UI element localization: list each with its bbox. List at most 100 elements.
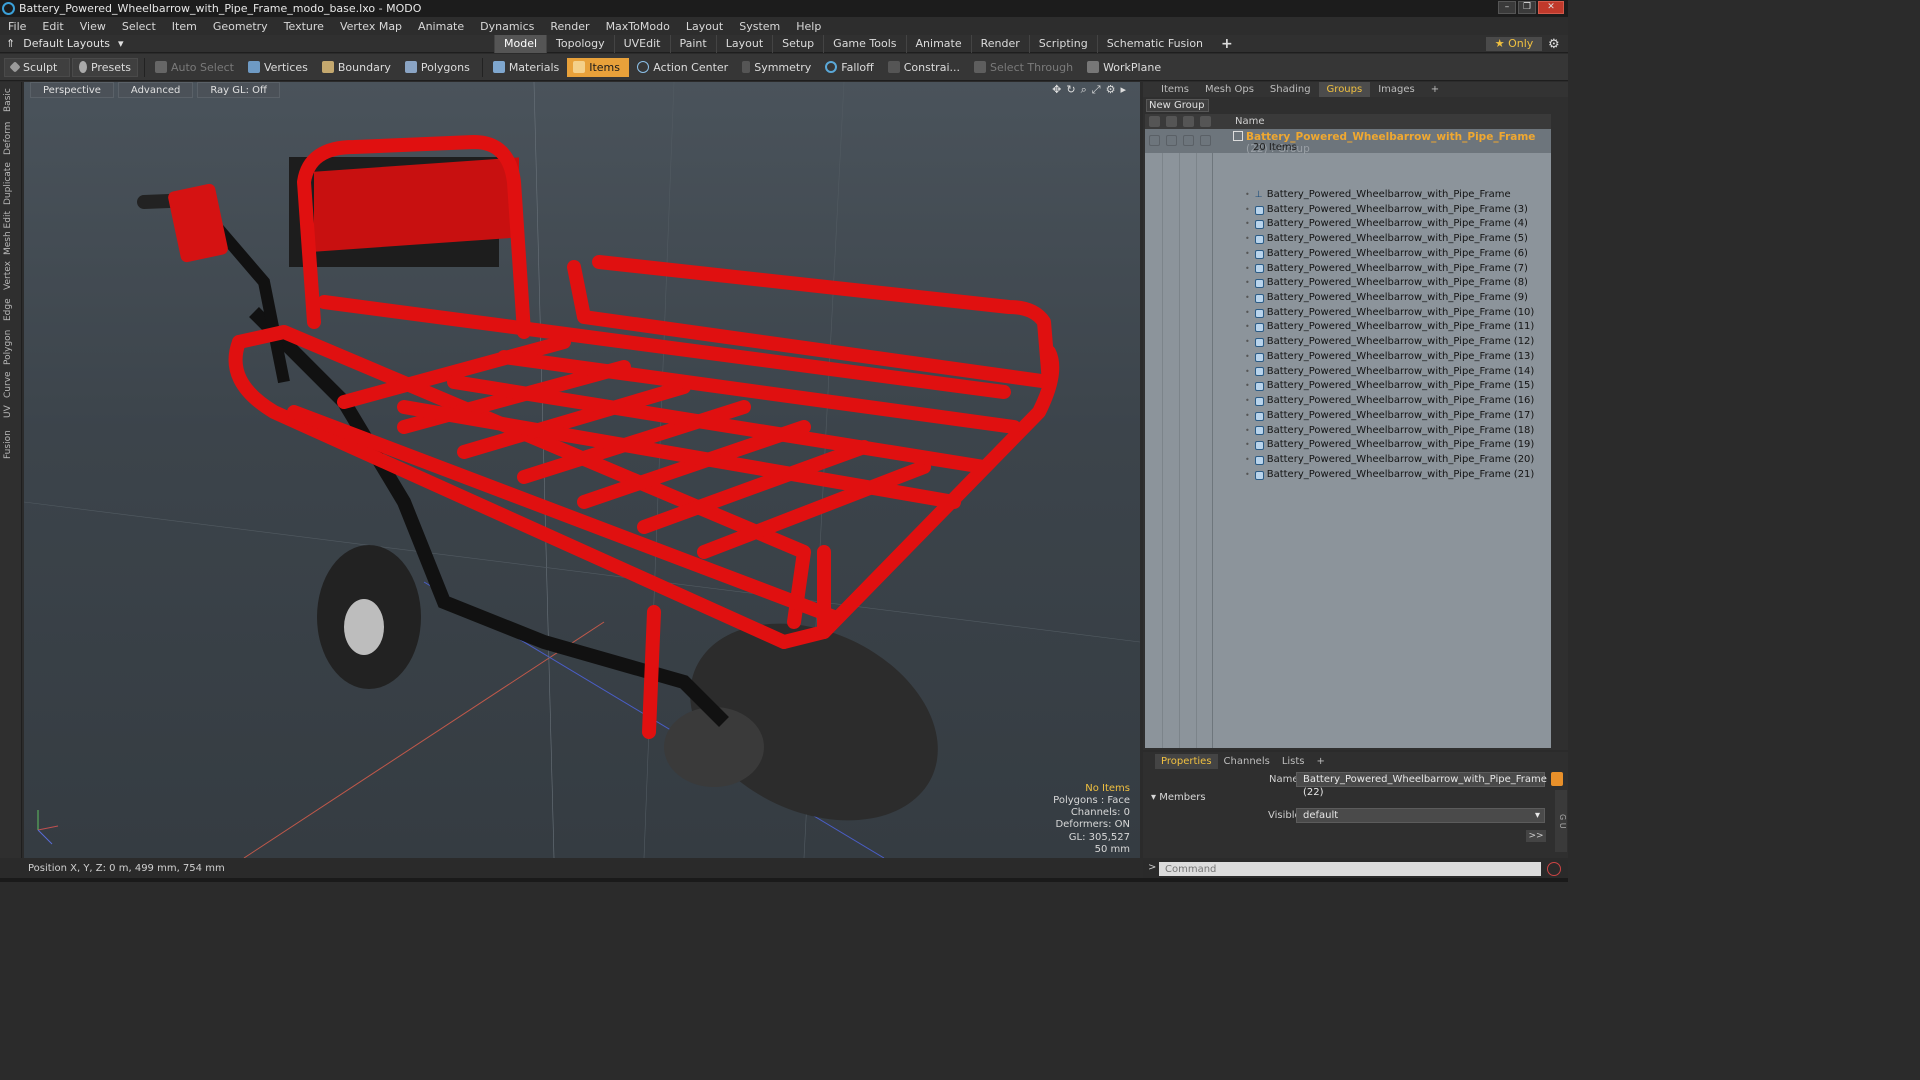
list-item[interactable]: • Battery_Powered_Wheelbarrow_with_Pipe_F… — [1245, 247, 1528, 262]
list-item[interactable]: • Battery_Powered_Wheelbarrow_with_Pipe_F… — [1245, 276, 1528, 291]
list-item[interactable]: • Battery_Powered_Wheelbarrow_with_Pipe_F… — [1245, 424, 1534, 439]
sculpt-button[interactable]: Sculpt — [4, 57, 70, 77]
tab-channels[interactable]: Channels — [1218, 754, 1276, 769]
tab-polygon[interactable]: Polygon — [3, 326, 19, 368]
tab-images[interactable]: Images — [1370, 82, 1423, 97]
name-column-header[interactable]: Name — [1235, 114, 1265, 129]
falloff-button[interactable]: Falloff — [819, 58, 879, 77]
more-button[interactable]: >> — [1526, 830, 1546, 842]
command-input[interactable] — [1159, 862, 1541, 876]
tab-lists[interactable]: Lists — [1276, 754, 1311, 769]
list-item[interactable]: • Battery_Powered_Wheelbarrow_with_Pipe_F… — [1245, 409, 1534, 424]
zoom-view-icon[interactable]: ⌕ — [1081, 83, 1087, 97]
list-item[interactable]: • Battery_Powered_Wheelbarrow_with_Pipe_F… — [1245, 379, 1534, 394]
layouts-dropdown[interactable]: ⇑ Default Layouts ▾ — [6, 37, 124, 50]
vertices-button[interactable]: Vertices — [242, 58, 314, 77]
render-icon[interactable] — [1166, 116, 1177, 127]
tab-groups[interactable]: Groups — [1318, 82, 1371, 97]
menu-edit[interactable]: Edit — [34, 20, 71, 33]
menu-render[interactable]: Render — [542, 20, 597, 33]
only-button[interactable]: ★ Only — [1486, 37, 1542, 51]
viewport-settings-icon[interactable]: ⚙ — [1106, 83, 1116, 97]
tab-curve[interactable]: Curve — [3, 370, 19, 400]
materials-button[interactable]: Materials — [487, 58, 565, 77]
symmetry-button[interactable]: Symmetry — [736, 58, 817, 77]
list-item[interactable]: • Battery_Powered_Wheelbarrow_with_Pipe_F… — [1245, 232, 1528, 247]
tab-edge[interactable]: Edge — [3, 296, 19, 324]
tab-mesh-edit[interactable]: Mesh Edit — [3, 210, 19, 256]
menu-texture[interactable]: Texture — [276, 20, 332, 33]
stop-icon[interactable] — [1547, 862, 1561, 876]
group-color-swatch[interactable] — [1551, 772, 1563, 786]
items-button[interactable]: Items — [567, 57, 630, 77]
tab-vertex[interactable]: Vertex — [3, 258, 19, 294]
minimize-button[interactable]: – — [1498, 1, 1516, 14]
group-row[interactable]: Battery_Powered_Wheelbarrow_with_Pipe_Fr… — [1145, 129, 1551, 155]
add-panel-tab-button[interactable]: + — [1423, 82, 1447, 97]
list-item[interactable]: • Battery_Powered_Wheelbarrow_with_Pipe_F… — [1245, 350, 1534, 365]
tab-items[interactable]: Items — [1153, 82, 1197, 97]
perspective-dropdown[interactable]: Perspective — [30, 82, 114, 98]
visible-dropdown[interactable]: default ▾ — [1296, 808, 1545, 823]
tab-render[interactable]: Render — [970, 35, 1029, 53]
menu-help[interactable]: Help — [788, 20, 829, 33]
menu-item[interactable]: Item — [164, 20, 205, 33]
tab-model[interactable]: Model — [494, 35, 547, 53]
fit-view-icon[interactable]: ⤢ — [1092, 83, 1101, 97]
viewport-menu-arrow-icon[interactable]: ▸ — [1120, 83, 1126, 97]
tab-fusion[interactable]: Fusion — [3, 424, 19, 466]
eye-toggle[interactable] — [1149, 135, 1160, 146]
list-item[interactable]: • Battery_Powered_Wheelbarrow_with_Pipe_F… — [1245, 217, 1528, 232]
list-item[interactable]: • Battery_Powered_Wheelbarrow_with_Pipe_F… — [1245, 306, 1534, 321]
lock-toggle[interactable] — [1183, 135, 1194, 146]
polygons-button[interactable]: Polygons — [399, 58, 476, 77]
list-item[interactable]: • Battery_Powered_Wheelbarrow_with_Pipe_F… — [1245, 438, 1534, 453]
menu-geometry[interactable]: Geometry — [205, 20, 276, 33]
tab-scripting[interactable]: Scripting — [1028, 35, 1097, 53]
tab-mesh-ops[interactable]: Mesh Ops — [1197, 82, 1262, 97]
list-item[interactable]: • Battery_Powered_Wheelbarrow_with_Pipe_F… — [1245, 335, 1534, 350]
tab-uv[interactable]: UV — [3, 402, 19, 422]
tab-paint[interactable]: Paint — [669, 35, 716, 53]
menu-vertex-map[interactable]: Vertex Map — [332, 20, 410, 33]
list-item[interactable]: • Battery_Powered_Wheelbarrow_with_Pipe_F… — [1245, 203, 1528, 218]
raygl-dropdown[interactable]: Ray GL: Off — [197, 82, 280, 98]
list-item[interactable]: • Battery_Powered_Wheelbarrow_with_Pipe_F… — [1245, 262, 1528, 277]
menu-layout[interactable]: Layout — [678, 20, 731, 33]
list-item[interactable]: • Battery_Powered_Wheelbarrow_with_Pipe_F… — [1245, 365, 1534, 380]
tab-animate[interactable]: Animate — [905, 35, 971, 53]
menu-select[interactable]: Select — [114, 20, 164, 33]
tab-game-tools[interactable]: Game Tools — [823, 35, 905, 53]
tab-uvedit[interactable]: UVEdit — [613, 35, 670, 53]
boundary-button[interactable]: Boundary — [316, 58, 397, 77]
tab-basic[interactable]: Basic — [3, 84, 19, 116]
menu-view[interactable]: View — [72, 20, 114, 33]
menu-dynamics[interactable]: Dynamics — [472, 20, 542, 33]
action-center-button[interactable]: Action Center — [631, 58, 734, 77]
3d-viewport[interactable]: Perspective Advanced Ray GL: Off ✥ ↻ ⌕ ⤢… — [24, 82, 1140, 858]
move-view-icon[interactable]: ✥ — [1052, 83, 1061, 97]
rotate-view-icon[interactable]: ↻ — [1066, 83, 1075, 97]
tab-topology[interactable]: Topology — [546, 35, 614, 53]
eye-icon[interactable] — [1149, 116, 1160, 127]
list-item[interactable]: • Battery_Powered_Wheelbarrow_with_Pipe_F… — [1245, 468, 1534, 483]
tab-duplicate[interactable]: Duplicate — [3, 160, 19, 208]
constraints-button[interactable]: Constrai... — [882, 58, 966, 77]
new-group-button[interactable]: New Group — [1146, 99, 1209, 112]
add-properties-tab-button[interactable]: + — [1311, 754, 1331, 769]
menu-maxtomodo[interactable]: MaxToModo — [598, 20, 678, 33]
menu-system[interactable]: System — [731, 20, 788, 33]
tab-deform[interactable]: Deform — [3, 118, 19, 158]
gear-icon[interactable]: ⚙ — [1548, 37, 1560, 52]
name-field[interactable]: Battery_Powered_Wheelbarrow_with_Pipe_Fr… — [1296, 772, 1547, 798]
tab-properties[interactable]: Properties — [1155, 754, 1218, 769]
workplane-button[interactable]: WorkPlane — [1081, 58, 1167, 77]
menu-file[interactable]: File — [0, 20, 34, 33]
list-item[interactable]: • Battery_Powered_Wheelbarrow_with_Pipe_F… — [1245, 453, 1534, 468]
auto-select-button[interactable]: Auto Select — [149, 58, 240, 77]
close-button[interactable]: ✕ — [1538, 1, 1564, 14]
maximize-button[interactable]: ❐ — [1518, 1, 1536, 14]
members-section[interactable]: ▾ Members — [1151, 792, 1206, 803]
lock-icon[interactable] — [1183, 116, 1194, 127]
select-icon[interactable] — [1200, 116, 1211, 127]
